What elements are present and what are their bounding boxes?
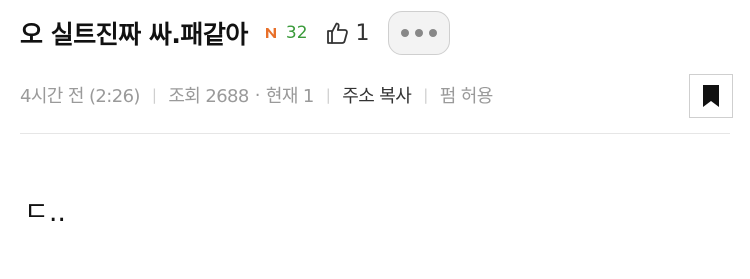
more-dots-icon: [400, 29, 409, 37]
more-dots-icon: [414, 29, 423, 37]
like-count: 1: [355, 20, 370, 46]
view-count: 조회 2688: [168, 86, 249, 107]
post-meta: 4시간 전 (2:26) | 조회 2688 · 현재 1 | 주소 복사 | …: [20, 80, 493, 110]
meta-separator: |: [423, 86, 428, 104]
post-title: 오 실트진짜 싸.패같아: [20, 20, 248, 49]
new-badge-icon: [264, 26, 278, 40]
more-options-button[interactable]: [387, 11, 450, 55]
header-divider: [20, 133, 730, 134]
current-count: 현재 1: [265, 86, 315, 107]
thumbs-up-icon[interactable]: [324, 20, 350, 46]
more-dots-icon: [428, 29, 437, 37]
comment-count[interactable]: 32: [286, 23, 308, 43]
post-view: 오 실트진짜 싸.패같아 32 1 4시간 전 (2:26) | 조회 2688…: [0, 0, 750, 279]
copy-link-button[interactable]: 주소 복사: [342, 82, 412, 108]
post-content: ㄷ..: [24, 197, 67, 228]
meta-separator: |: [325, 86, 331, 104]
bookmark-button[interactable]: [689, 74, 733, 118]
meta-separator: |: [151, 86, 157, 104]
meta-dot-separator: ·: [254, 84, 261, 106]
bookmark-icon: [702, 84, 720, 108]
post-header: 오 실트진짜 싸.패같아 32 1: [20, 10, 450, 56]
post-time: 4시간 전 (2:26): [20, 86, 140, 107]
repost-permission: 펌 허용: [439, 86, 494, 107]
